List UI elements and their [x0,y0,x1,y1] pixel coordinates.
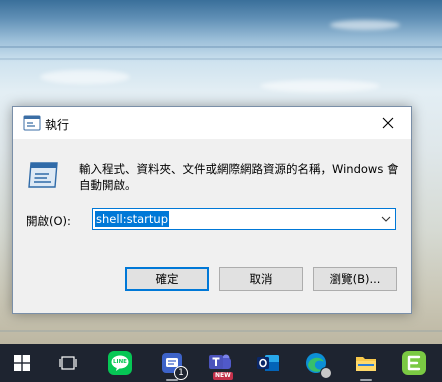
line-app-button[interactable]: LINE [100,344,140,382]
chevron-down-icon [381,216,391,222]
open-combobox[interactable]: shell:startup [92,208,396,230]
windows-logo-icon [14,355,30,371]
wallpaper-foam [40,70,130,84]
start-button[interactable] [2,344,42,382]
ok-button[interactable]: 確定 [125,267,209,291]
open-input[interactable]: shell:startup [95,211,169,227]
dialog-title: 執行 [45,118,70,132]
open-label: 開啟(O): [26,214,71,228]
outlook-icon [257,355,279,371]
teams-button[interactable]: NEW [200,344,240,382]
edge-profile-badge-icon [320,367,332,379]
teams-new-label: NEW [213,372,233,380]
evernote-icon [402,351,426,375]
file-explorer-button[interactable] [346,344,386,382]
run-icon [23,115,41,131]
dialog-description: 輸入程式、資料夾、文件或網際網路資源的名稱，Windows 會自動開啟。 [79,162,399,192]
task-view-button[interactable] [48,344,88,382]
wallpaper-wave [0,58,442,60]
running-indicator [166,379,178,381]
dialog-titlebar[interactable]: 執行 [13,107,411,139]
running-indicator [360,379,372,381]
folder-icon [356,357,376,371]
close-icon [382,117,394,129]
notification-badge: 1 [174,366,188,380]
line-app-label: LINE [113,359,127,365]
browse-button[interactable]: 瀏覽(B)... [313,267,397,291]
close-button[interactable] [365,107,411,139]
wallpaper-foam [260,80,380,92]
chat-app-button[interactable]: 1 [152,344,192,382]
cancel-button[interactable]: 取消 [219,267,303,291]
teams-icon [209,354,231,369]
wallpaper-foam [330,20,400,30]
wallpaper-wave [0,46,442,48]
outlook-button[interactable] [248,344,288,382]
taskbar: LINE 1 NEW [0,344,442,382]
combobox-dropdown-button[interactable] [377,209,395,229]
task-view-icon [59,356,77,370]
wallpaper-wave [0,330,442,332]
evernote-button[interactable] [394,344,434,382]
edge-browser-button[interactable] [296,344,336,382]
run-dialog: 執行 輸入程式、資料夾、文件或網際網路資源的名稱，Windows 會自動開啟。 … [12,106,412,314]
run-program-icon [28,162,58,188]
